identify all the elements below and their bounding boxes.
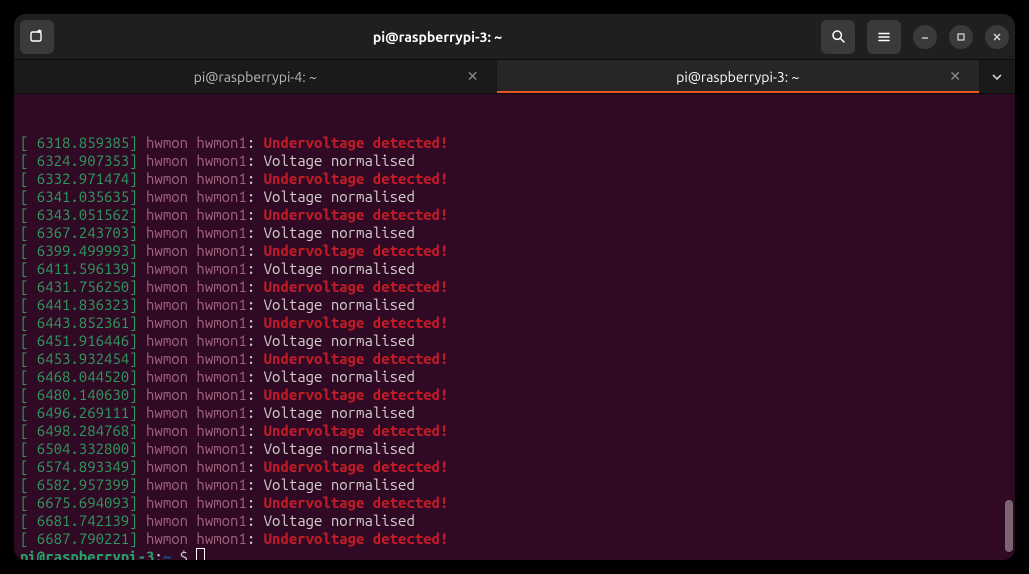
new-tab-icon	[29, 29, 45, 45]
log-line: [ 6332.971474] hwmon hwmon1: Undervoltag…	[20, 170, 1009, 188]
log-line: [ 6367.243703] hwmon hwmon1: Voltage nor…	[20, 224, 1009, 242]
minimize-button[interactable]	[913, 25, 937, 49]
log-line: [ 6431.756250] hwmon hwmon1: Undervoltag…	[20, 278, 1009, 296]
close-icon	[992, 32, 1002, 42]
log-line: [ 6411.596139] hwmon hwmon1: Voltage nor…	[20, 260, 1009, 278]
maximize-icon	[956, 32, 966, 42]
scrollbar-thumb[interactable]	[1005, 500, 1013, 552]
search-button[interactable]	[821, 20, 855, 54]
log-line: [ 6324.907353] hwmon hwmon1: Voltage nor…	[20, 152, 1009, 170]
tab-dropdown-button[interactable]	[979, 60, 1015, 93]
new-tab-button[interactable]	[20, 20, 54, 54]
hamburger-icon	[877, 30, 891, 44]
log-line: [ 6582.957399] hwmon hwmon1: Voltage nor…	[20, 476, 1009, 494]
maximize-button[interactable]	[949, 25, 973, 49]
log-line: [ 6480.140630] hwmon hwmon1: Undervoltag…	[20, 386, 1009, 404]
log-line: [ 6468.044520] hwmon hwmon1: Voltage nor…	[20, 368, 1009, 386]
log-line: [ 6675.694093] hwmon hwmon1: Undervoltag…	[20, 494, 1009, 512]
window-title: pi@raspberrypi-3: ~	[60, 29, 815, 45]
log-line: [ 6453.932454] hwmon hwmon1: Undervoltag…	[20, 350, 1009, 368]
log-line: [ 6681.742139] hwmon hwmon1: Voltage nor…	[20, 512, 1009, 530]
log-line: [ 6441.836323] hwmon hwmon1: Voltage nor…	[20, 296, 1009, 314]
titlebar-right	[821, 20, 1009, 54]
log-line: [ 6451.916446] hwmon hwmon1: Voltage nor…	[20, 332, 1009, 350]
cursor	[196, 548, 205, 560]
search-icon	[831, 29, 846, 44]
log-line: [ 6498.284768] hwmon hwmon1: Undervoltag…	[20, 422, 1009, 440]
tab-1[interactable]: pi@raspberrypi-3: ~ ✕	[497, 60, 980, 93]
log-line: [ 6687.790221] hwmon hwmon1: Undervoltag…	[20, 530, 1009, 548]
titlebar: pi@raspberrypi-3: ~	[14, 14, 1015, 60]
log-line: [ 6574.893349] hwmon hwmon1: Undervoltag…	[20, 458, 1009, 476]
log-line: [ 6496.269111] hwmon hwmon1: Voltage nor…	[20, 404, 1009, 422]
log-line: [ 6341.035635] hwmon hwmon1: Voltage nor…	[20, 188, 1009, 206]
terminal-window: pi@raspberrypi-3: ~	[14, 14, 1015, 560]
tabbar: pi@raspberrypi-4: ~ ✕ pi@raspberrypi-3: …	[14, 60, 1015, 94]
tab-label: pi@raspberrypi-3: ~	[676, 69, 799, 85]
minimize-icon	[920, 32, 930, 42]
log-line: [ 6343.051562] hwmon hwmon1: Undervoltag…	[20, 206, 1009, 224]
menu-button[interactable]	[867, 20, 901, 54]
log-line: [ 6504.332800] hwmon hwmon1: Voltage nor…	[20, 440, 1009, 458]
close-button[interactable]	[985, 25, 1009, 49]
tab-0[interactable]: pi@raspberrypi-4: ~ ✕	[14, 60, 497, 93]
log-line: [ 6399.499993] hwmon hwmon1: Undervoltag…	[20, 242, 1009, 260]
log-line: [ 6318.859385] hwmon hwmon1: Undervoltag…	[20, 134, 1009, 152]
prompt-line[interactable]: pi@raspberrypi-3:~ $	[20, 548, 1009, 560]
terminal-viewport[interactable]: [ 6318.859385] hwmon hwmon1: Undervoltag…	[14, 94, 1015, 560]
tab-close-button[interactable]: ✕	[949, 68, 961, 85]
tab-close-button[interactable]: ✕	[467, 68, 479, 85]
chevron-down-icon	[991, 71, 1003, 83]
log-line: [ 6443.852361] hwmon hwmon1: Undervoltag…	[20, 314, 1009, 332]
tab-label: pi@raspberrypi-4: ~	[194, 69, 317, 85]
